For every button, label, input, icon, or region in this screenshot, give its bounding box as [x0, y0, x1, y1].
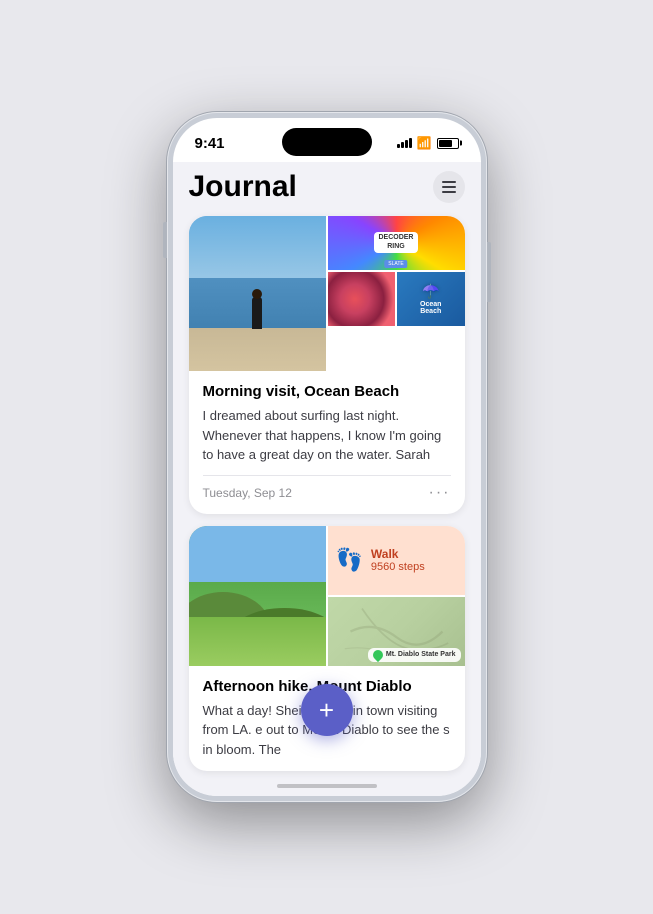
menu-lines-icon — [442, 181, 456, 193]
hike-images-grid: 👣 Walk 9560 steps — [189, 526, 465, 666]
walk-tile: 👣 Walk 9560 steps — [328, 526, 465, 595]
card-footer: Tuesday, Sep 12 ··· — [203, 475, 451, 502]
umbrella-icon: ☂️ — [422, 283, 439, 300]
card-date: Tuesday, Sep 12 — [203, 486, 292, 500]
battery-icon — [437, 138, 459, 149]
card-title: Morning visit, Ocean Beach — [203, 383, 451, 400]
shell-photo — [328, 272, 396, 326]
app-header: Journal — [189, 162, 465, 216]
status-icons: 📶 — [397, 136, 459, 150]
beach-photo — [189, 216, 326, 371]
status-time: 9:41 — [195, 135, 225, 152]
ocean-beach-tile: ☂️ OceanBeach — [397, 272, 465, 326]
journal-card-ocean-beach[interactable]: DECODERRING SLATE ☂️ OceanBeach — [189, 216, 465, 514]
map-pin-icon — [371, 647, 385, 661]
page-title: Journal — [189, 170, 297, 204]
decoder-ring-text: DECODERRING — [374, 232, 417, 253]
footsteps-icon: 👣 — [336, 547, 363, 573]
menu-button[interactable] — [433, 171, 465, 203]
card-images-grid: DECODERRING SLATE ☂️ OceanBeach — [189, 216, 465, 371]
dynamic-island — [282, 128, 372, 156]
walk-label: Walk — [371, 547, 425, 561]
map-label-badge: Mt. Diablo State Park — [368, 648, 461, 662]
walk-steps: 9560 steps — [371, 561, 425, 573]
more-button[interactable]: ··· — [429, 484, 451, 502]
mountain-photo — [189, 526, 326, 666]
walk-info: Walk 9560 steps — [371, 547, 425, 573]
signal-icon — [397, 138, 412, 148]
phone-frame: 9:41 📶 Journal — [167, 112, 487, 802]
right-column-grid: DECODERRING SLATE ☂️ OceanBeach — [328, 216, 465, 326]
map-place-name: Mt. Diablo State Park — [386, 651, 456, 658]
slate-label: SLATE — [384, 260, 407, 268]
map-tile: Mt. Diablo State Park — [328, 597, 465, 666]
home-indicator — [277, 784, 377, 788]
wifi-icon: 📶 — [417, 136, 432, 150]
card-text: I dreamed about surfing last night. When… — [203, 406, 451, 465]
phone-screen: 9:41 📶 Journal — [173, 118, 481, 796]
add-entry-button[interactable]: + — [301, 684, 353, 736]
card-body: Morning visit, Ocean Beach I dreamed abo… — [189, 371, 465, 514]
decoder-ring-tile: DECODERRING SLATE — [328, 216, 465, 270]
plus-icon: + — [319, 697, 334, 723]
ocean-beach-label: OceanBeach — [420, 301, 441, 315]
